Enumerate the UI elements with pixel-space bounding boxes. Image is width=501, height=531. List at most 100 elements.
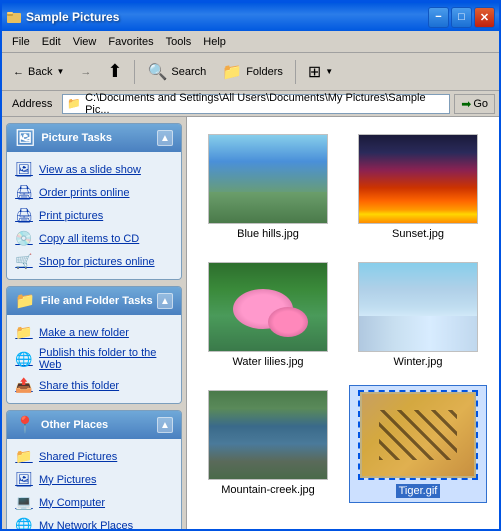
panel-other-places-collapse[interactable]: ▲ bbox=[157, 417, 173, 433]
menu-help[interactable]: Help bbox=[197, 34, 232, 50]
slideshow-icon: 🖼 bbox=[15, 161, 33, 178]
views-button[interactable]: ⊞ ▼ bbox=[301, 57, 340, 87]
my-pictures-icon: 🖼 bbox=[15, 471, 33, 488]
file-name-sunset: Sunset.jpg bbox=[392, 228, 444, 240]
panel-item-my-computer[interactable]: 💻 My Computer bbox=[11, 491, 177, 514]
back-label: Back bbox=[28, 66, 52, 78]
panel-picture-tasks: 🖼 Picture Tasks ▲ 🖼 View as a slide show… bbox=[6, 123, 182, 280]
copy-cd-label: Copy all items to CD bbox=[39, 233, 139, 245]
publish-web-icon: 🌐 bbox=[15, 351, 33, 368]
panel-file-folder-tasks: 📁 File and Folder Tasks ▲ 📁 Make a new f… bbox=[6, 286, 182, 404]
slideshow-label: View as a slide show bbox=[39, 164, 141, 176]
panel-file-folder-tasks-collapse[interactable]: ▲ bbox=[157, 293, 173, 309]
panel-item-shared-pictures[interactable]: 📁 Shared Pictures bbox=[11, 445, 177, 468]
file-area[interactable]: Blue hills.jpg Sunset.jpg Water lilies.j… bbox=[187, 117, 499, 529]
file-item-blue-hills[interactable]: Blue hills.jpg bbox=[199, 129, 337, 245]
menu-tools[interactable]: Tools bbox=[160, 34, 198, 50]
panel-file-folder-tasks-header-left: 📁 File and Folder Tasks bbox=[15, 291, 153, 311]
folders-label: Folders bbox=[246, 66, 283, 78]
folders-button[interactable]: 📁 Folders bbox=[215, 57, 290, 87]
panel-item-new-folder[interactable]: 📁 Make a new folder bbox=[11, 321, 177, 344]
maximize-button[interactable]: □ bbox=[451, 7, 472, 28]
go-button[interactable]: ➡ Go bbox=[454, 94, 495, 114]
img-water-lilies bbox=[209, 263, 327, 351]
back-button[interactable]: ← Back ▼ bbox=[6, 57, 71, 87]
img-tiger bbox=[360, 392, 476, 478]
order-prints-label: Order prints online bbox=[39, 187, 130, 199]
panel-picture-tasks-content: 🖼 View as a slide show 🖨 Order prints on… bbox=[7, 152, 181, 279]
title-bar: Sample Pictures − □ ✕ bbox=[2, 3, 499, 31]
panel-other-places-header[interactable]: 📍 Other Places ▲ bbox=[7, 411, 181, 439]
address-label: Address bbox=[6, 96, 58, 112]
panel-other-places-content: 📁 Shared Pictures 🖼 My Pictures 💻 My Com… bbox=[7, 439, 181, 529]
panel-item-shop[interactable]: 🛒 Shop for pictures online bbox=[11, 250, 177, 273]
panel-item-order-prints[interactable]: 🖨 Order prints online bbox=[11, 181, 177, 204]
file-thumbnail-water-lilies bbox=[208, 262, 328, 352]
menu-file[interactable]: File bbox=[6, 34, 36, 50]
print-icon: 🖨 bbox=[15, 207, 33, 224]
back-icon: ← bbox=[13, 66, 24, 78]
file-name-water-lilies: Water lilies.jpg bbox=[232, 356, 303, 368]
views-chevron-icon: ▼ bbox=[325, 67, 333, 76]
file-item-mountain-creek[interactable]: Mountain-creek.jpg bbox=[199, 385, 337, 503]
toolbar: ← Back ▼ → ⬆ 🔍 Search 📁 Folders ⊞ ▼ bbox=[2, 53, 499, 91]
new-folder-label: Make a new folder bbox=[39, 327, 129, 339]
new-folder-icon: 📁 bbox=[15, 324, 33, 341]
file-grid: Blue hills.jpg Sunset.jpg Water lilies.j… bbox=[195, 125, 491, 507]
window-title: Sample Pictures bbox=[26, 10, 428, 24]
file-thumbnail-tiger bbox=[358, 390, 478, 480]
window-icon bbox=[6, 9, 22, 25]
forward-button[interactable]: → bbox=[73, 57, 98, 87]
img-sunset bbox=[359, 135, 477, 223]
menu-favorites[interactable]: Favorites bbox=[102, 34, 159, 50]
order-prints-icon: 🖨 bbox=[15, 184, 33, 201]
go-label: Go bbox=[473, 98, 488, 110]
search-icon: 🔍 bbox=[147, 62, 167, 82]
file-item-winter[interactable]: Winter.jpg bbox=[349, 257, 487, 373]
panel-item-slideshow[interactable]: 🖼 View as a slide show bbox=[11, 158, 177, 181]
file-name-winter: Winter.jpg bbox=[394, 356, 443, 368]
my-computer-icon: 💻 bbox=[15, 494, 33, 511]
minimize-button[interactable]: − bbox=[428, 7, 449, 28]
picture-tasks-icon: 🖼 bbox=[15, 128, 35, 148]
menu-view[interactable]: View bbox=[67, 34, 103, 50]
my-pictures-label: My Pictures bbox=[39, 474, 96, 486]
panel-item-share-folder[interactable]: 📤 Share this folder bbox=[11, 374, 177, 397]
panel-file-folder-tasks-header[interactable]: 📁 File and Folder Tasks ▲ bbox=[7, 287, 181, 315]
panel-picture-tasks-header[interactable]: 🖼 Picture Tasks ▲ bbox=[7, 124, 181, 152]
file-name-tiger: Tiger.gif bbox=[396, 484, 441, 498]
panel-item-copy-cd[interactable]: 💿 Copy all items to CD bbox=[11, 227, 177, 250]
close-button[interactable]: ✕ bbox=[474, 7, 495, 28]
file-item-sunset[interactable]: Sunset.jpg bbox=[349, 129, 487, 245]
address-input-container[interactable]: 📁 C:\Documents and Settings\All Users\Do… bbox=[62, 94, 450, 114]
file-item-tiger[interactable]: Tiger.gif bbox=[349, 385, 487, 503]
folders-icon: 📁 bbox=[222, 62, 242, 82]
back-chevron-icon: ▼ bbox=[56, 67, 64, 76]
img-mountain-creek bbox=[209, 391, 327, 479]
panel-item-publish-web[interactable]: 🌐 Publish this folder to the Web bbox=[11, 344, 177, 374]
address-path: C:\Documents and Settings\All Users\Docu… bbox=[85, 92, 445, 116]
views-icon: ⊞ bbox=[308, 62, 321, 82]
address-folder-icon: 📁 bbox=[67, 97, 81, 110]
panel-item-print[interactable]: 🖨 Print pictures bbox=[11, 204, 177, 227]
up-button[interactable]: ⬆ bbox=[100, 57, 129, 87]
panel-item-my-pictures[interactable]: 🖼 My Pictures bbox=[11, 468, 177, 491]
toolbar-separator-2 bbox=[295, 60, 296, 84]
my-computer-label: My Computer bbox=[39, 497, 105, 509]
shop-label: Shop for pictures online bbox=[39, 256, 155, 268]
file-name-mountain-creek: Mountain-creek.jpg bbox=[221, 484, 315, 496]
forward-icon: → bbox=[80, 66, 91, 78]
menu-edit[interactable]: Edit bbox=[36, 34, 67, 50]
img-winter bbox=[359, 263, 477, 351]
file-item-water-lilies[interactable]: Water lilies.jpg bbox=[199, 257, 337, 373]
panel-item-network-places[interactable]: 🌐 My Network Places bbox=[11, 514, 177, 529]
panel-picture-tasks-collapse[interactable]: ▲ bbox=[157, 130, 173, 146]
shop-icon: 🛒 bbox=[15, 253, 33, 270]
copy-cd-icon: 💿 bbox=[15, 230, 33, 247]
search-button[interactable]: 🔍 Search bbox=[140, 57, 213, 87]
panel-picture-tasks-title: Picture Tasks bbox=[41, 132, 112, 144]
file-name-blue-hills: Blue hills.jpg bbox=[237, 228, 299, 240]
toolbar-separator-1 bbox=[134, 60, 135, 84]
address-bar: Address 📁 C:\Documents and Settings\All … bbox=[2, 91, 499, 117]
network-places-icon: 🌐 bbox=[15, 517, 33, 529]
